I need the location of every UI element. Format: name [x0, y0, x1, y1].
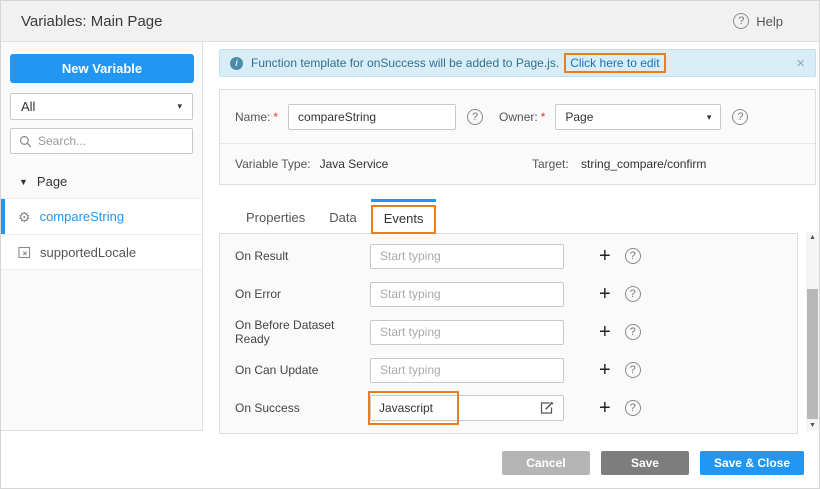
search-icon	[19, 135, 32, 148]
variable-form: Name: * ? Owner: * Page ▾ ? Variable Typ…	[219, 89, 816, 185]
info-icon: i	[230, 57, 243, 70]
close-icon[interactable]: ×	[796, 55, 805, 72]
edit-script-icon[interactable]	[539, 400, 555, 416]
owner-select[interactable]: Page ▾	[555, 104, 721, 130]
name-help-icon[interactable]: ?	[467, 109, 483, 125]
banner-message: Function template for onSuccess will be …	[251, 56, 559, 70]
on-success-value: Javascript	[379, 401, 433, 415]
events-scrollbar[interactable]: ▲ ▼	[806, 232, 819, 431]
variable-detail-panel: i Function template for onSuccess will b…	[219, 49, 816, 434]
event-row-on-can-update: On Can Update + ?	[220, 351, 797, 389]
add-action-icon[interactable]: +	[599, 398, 611, 418]
filter-selected-value: All	[21, 99, 35, 114]
variables-sidebar: New Variable All ▾ ▼ Page ⚙ compareStrin…	[1, 42, 203, 431]
chevron-down-icon: ▾	[177, 101, 182, 112]
event-label: On Error	[235, 287, 370, 301]
scrollbar-track[interactable]	[806, 243, 819, 420]
event-help-icon[interactable]: ?	[625, 362, 641, 378]
event-help-icon[interactable]: ?	[625, 324, 641, 340]
events-panel: On Result + ? On Error + ? On Before Dat…	[219, 233, 798, 434]
tree-item-label: supportedLocale	[40, 245, 136, 260]
event-row-on-before-dataset-ready: On Before Dataset Ready + ?	[220, 313, 797, 351]
help-label: Help	[756, 14, 783, 29]
java-service-gear-icon: ⚙	[18, 210, 31, 224]
event-row-on-error: On Error + ?	[220, 275, 797, 313]
add-action-icon[interactable]: +	[599, 246, 611, 266]
dialog-footer: Cancel Save Save & Close	[502, 451, 804, 475]
click-here-to-edit-link[interactable]: Click here to edit	[564, 53, 665, 73]
tab-data[interactable]: Data	[317, 203, 368, 233]
event-label: On Success	[235, 401, 370, 415]
model-variable-icon	[18, 246, 31, 259]
name-field[interactable]	[288, 104, 456, 130]
variable-type-value: Java Service	[320, 157, 389, 171]
on-result-input[interactable]	[370, 244, 564, 269]
type-target-row: Variable Type: Java Service Target: stri…	[220, 143, 815, 184]
tree-item-label: compareString	[40, 209, 125, 224]
event-label: On Result	[235, 249, 370, 263]
sidebar-item-comparestring[interactable]: ⚙ compareString	[1, 198, 202, 234]
page-title: Variables: Main Page	[21, 13, 162, 30]
search-input[interactable]	[38, 134, 184, 148]
save-and-close-button[interactable]: Save & Close	[700, 451, 804, 475]
target-label: Target:	[532, 157, 569, 171]
save-button[interactable]: Save	[601, 451, 689, 475]
add-action-icon[interactable]: +	[599, 322, 611, 342]
event-label: On Before Dataset Ready	[235, 318, 370, 346]
target-value: string_compare/confirm	[581, 157, 706, 171]
event-label: On Can Update	[235, 363, 370, 377]
on-before-dataset-ready-input[interactable]	[370, 320, 564, 345]
variable-type-label: Variable Type:	[235, 157, 311, 171]
on-success-input[interactable]: Javascript	[370, 395, 564, 421]
event-help-icon[interactable]: ?	[625, 400, 641, 416]
owner-help-icon[interactable]: ?	[732, 109, 748, 125]
cancel-button[interactable]: Cancel	[502, 451, 590, 475]
tree-group-label: Page	[37, 174, 67, 189]
help-icon: ?	[733, 13, 749, 29]
sidebar-item-supportedlocale[interactable]: supportedLocale	[1, 234, 202, 270]
tab-properties[interactable]: Properties	[234, 203, 317, 233]
name-owner-row: Name: * ? Owner: * Page ▾ ?	[220, 90, 815, 143]
target-group: Target: string_compare/confirm	[532, 157, 706, 171]
chevron-down-icon: ▾	[707, 112, 712, 123]
detail-tabs: Properties Data Events	[219, 201, 816, 233]
new-variable-button[interactable]: New Variable	[10, 54, 194, 83]
tab-events[interactable]: Events	[371, 205, 437, 234]
scrollbar-thumb[interactable]	[807, 289, 818, 419]
owner-label: Owner:	[499, 110, 538, 124]
event-row-on-success: On Success Javascript + ?	[220, 389, 797, 427]
scroll-up-icon[interactable]: ▲	[809, 232, 816, 243]
variable-filter-select[interactable]: All ▾	[10, 93, 193, 120]
on-can-update-input[interactable]	[370, 358, 564, 383]
info-banner: i Function template for onSuccess will b…	[219, 49, 816, 77]
owner-selected-value: Page	[565, 110, 593, 124]
add-action-icon[interactable]: +	[599, 360, 611, 380]
required-marker: *	[273, 110, 278, 124]
event-help-icon[interactable]: ?	[625, 248, 641, 264]
tree-expand-icon[interactable]: ▼	[19, 177, 28, 187]
required-marker: *	[541, 110, 546, 124]
on-error-input[interactable]	[370, 282, 564, 307]
help-button[interactable]: ? Help	[733, 13, 783, 29]
event-row-on-result: On Result + ?	[220, 237, 797, 275]
event-help-icon[interactable]: ?	[625, 286, 641, 302]
scroll-down-icon[interactable]: ▼	[809, 420, 816, 431]
name-label: Name:	[235, 110, 270, 124]
variable-type-group: Variable Type: Java Service	[235, 157, 532, 171]
tree-group-page[interactable]: ▼ Page	[1, 166, 202, 198]
dialog-header: Variables: Main Page ? Help	[1, 1, 819, 42]
add-action-icon[interactable]: +	[599, 284, 611, 304]
variables-dialog: Variables: Main Page ? Help New Variable…	[0, 0, 820, 489]
search-box	[10, 128, 193, 154]
